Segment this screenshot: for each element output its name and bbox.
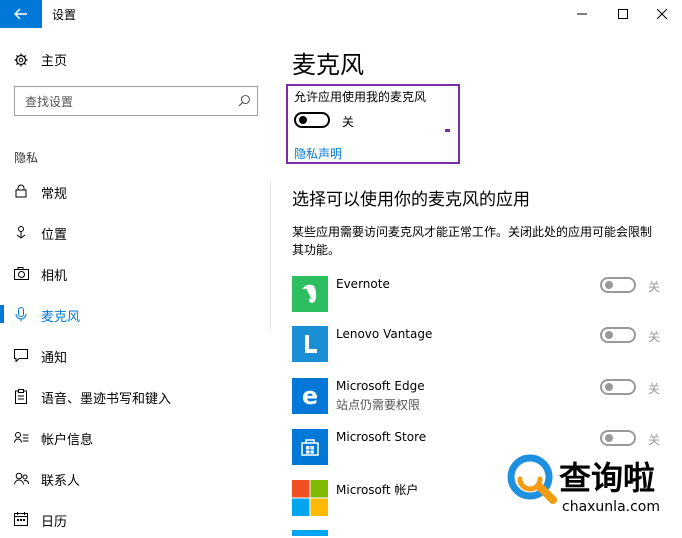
- sidebar-item-label: 联系人: [41, 474, 81, 489]
- app-subtext: 站点仍需要权限: [336, 398, 421, 412]
- sidebar-item-label: 通知: [41, 351, 68, 366]
- list-item: Lenovo Vantage 关: [292, 326, 672, 366]
- toggle-knob: [605, 331, 613, 339]
- sidebar-item-label: 位置: [41, 228, 68, 243]
- watermark-brand: 查询啦: [559, 459, 656, 497]
- privacy-statement-link[interactable]: 隐私声明: [294, 145, 342, 162]
- sidebar-item-label: 常规: [41, 187, 68, 202]
- active-indicator: [0, 305, 4, 323]
- location-pin-icon: [13, 224, 29, 240]
- next-app-icon-partial: [292, 530, 328, 536]
- sidebar-item-location[interactable]: 位置: [0, 213, 270, 251]
- toggle-knob: [605, 281, 613, 289]
- app-toggle-state: 关: [648, 382, 661, 396]
- arrow-left-icon: [14, 8, 27, 20]
- allow-microphone-state: 关: [342, 115, 355, 129]
- sidebar-item-contacts[interactable]: 联系人: [0, 459, 270, 497]
- edge-icon: e: [292, 378, 328, 414]
- section-label-privacy: 隐私: [14, 151, 39, 165]
- sidebar-item-general[interactable]: 常规: [0, 172, 270, 210]
- app-toggle-state: 关: [648, 330, 661, 344]
- microphone-icon: [13, 306, 29, 322]
- allow-microphone-label: 允许应用使用我的麦克风: [294, 90, 427, 104]
- evernote-icon: [292, 276, 328, 312]
- sidebar-home[interactable]: 主页: [14, 50, 67, 69]
- minimize-icon: [577, 13, 587, 15]
- home-label: 主页: [41, 54, 68, 69]
- allow-microphone-toggle[interactable]: [294, 112, 330, 128]
- lock-icon: [13, 183, 29, 199]
- search-icon: [238, 94, 251, 107]
- highlight-mark: [445, 129, 450, 132]
- close-icon: [657, 9, 667, 19]
- search-box[interactable]: [14, 86, 258, 116]
- lenovo-vantage-icon: [292, 326, 328, 362]
- sidebar-item-account-info[interactable]: 帐户信息: [0, 418, 270, 456]
- app-toggle-state: 关: [648, 280, 661, 294]
- sidebar: 主页 隐私 常规 位置 相机 麦克风 通: [0, 28, 270, 536]
- title-bar: 设置: [0, 0, 682, 28]
- app-name: Lenovo Vantage: [336, 327, 433, 341]
- clipboard-icon: [13, 388, 29, 404]
- maximize-icon: [618, 9, 628, 19]
- sidebar-item-notifications[interactable]: 通知: [0, 336, 270, 374]
- watermark-domain: chaxunla.com: [562, 499, 660, 515]
- list-item: Evernote 关: [292, 276, 672, 316]
- choose-apps-heading: 选择可以使用你的麦克风的应用: [292, 190, 530, 210]
- sidebar-item-label: 日历: [41, 515, 68, 530]
- toggle-knob: [299, 116, 307, 124]
- gear-icon: [14, 53, 28, 66]
- calendar-icon: [13, 511, 29, 527]
- sidebar-item-calendar[interactable]: 日历: [0, 500, 270, 538]
- sidebar-item-label: 帐户信息: [41, 433, 94, 448]
- search-input[interactable]: [23, 92, 227, 112]
- camera-icon: [13, 265, 29, 281]
- sidebar-item-label: 语音、墨迹书写和键入: [41, 392, 172, 407]
- app-name: Microsoft Store: [336, 430, 427, 444]
- app-name: Evernote: [336, 277, 390, 291]
- pane-divider: [270, 180, 271, 330]
- app-toggle[interactable]: [600, 379, 636, 395]
- sidebar-item-label: 相机: [41, 269, 68, 284]
- app-toggle[interactable]: [600, 430, 636, 446]
- app-name: Microsoft Edge: [336, 379, 425, 393]
- minimize-button[interactable]: [565, 0, 599, 28]
- window-title: 设置: [52, 8, 77, 22]
- watermark-logo-icon: [507, 454, 557, 504]
- sidebar-item-camera[interactable]: 相机: [0, 254, 270, 292]
- back-button[interactable]: [0, 0, 42, 28]
- microsoft-logo-icon: [292, 480, 328, 516]
- sidebar-item-microphone[interactable]: 麦克风: [0, 295, 270, 333]
- toggle-knob: [605, 383, 613, 391]
- page-title: 麦克风: [292, 51, 364, 79]
- close-button[interactable]: [645, 0, 679, 28]
- sidebar-item-label: 麦克风: [41, 310, 81, 325]
- account-info-icon: [13, 429, 29, 445]
- maximize-button[interactable]: [606, 0, 640, 28]
- list-item: e Microsoft Edge 站点仍需要权限 关: [292, 378, 672, 418]
- store-icon: [292, 429, 328, 465]
- app-toggle[interactable]: [600, 277, 636, 293]
- sidebar-item-speech-inking[interactable]: 语音、墨迹书写和键入: [0, 377, 270, 415]
- app-toggle-state: 关: [648, 433, 661, 447]
- app-toggle[interactable]: [600, 327, 636, 343]
- choose-apps-description: 某些应用需要访问麦克风才能正常工作。关闭此处的应用可能会限制其功能。: [292, 225, 653, 257]
- watermark: 查询啦 chaxunla.com: [498, 447, 682, 536]
- toggle-knob: [605, 434, 613, 442]
- contacts-icon: [13, 470, 29, 486]
- app-name: Microsoft 帐户: [336, 483, 419, 497]
- notification-icon: [13, 347, 29, 363]
